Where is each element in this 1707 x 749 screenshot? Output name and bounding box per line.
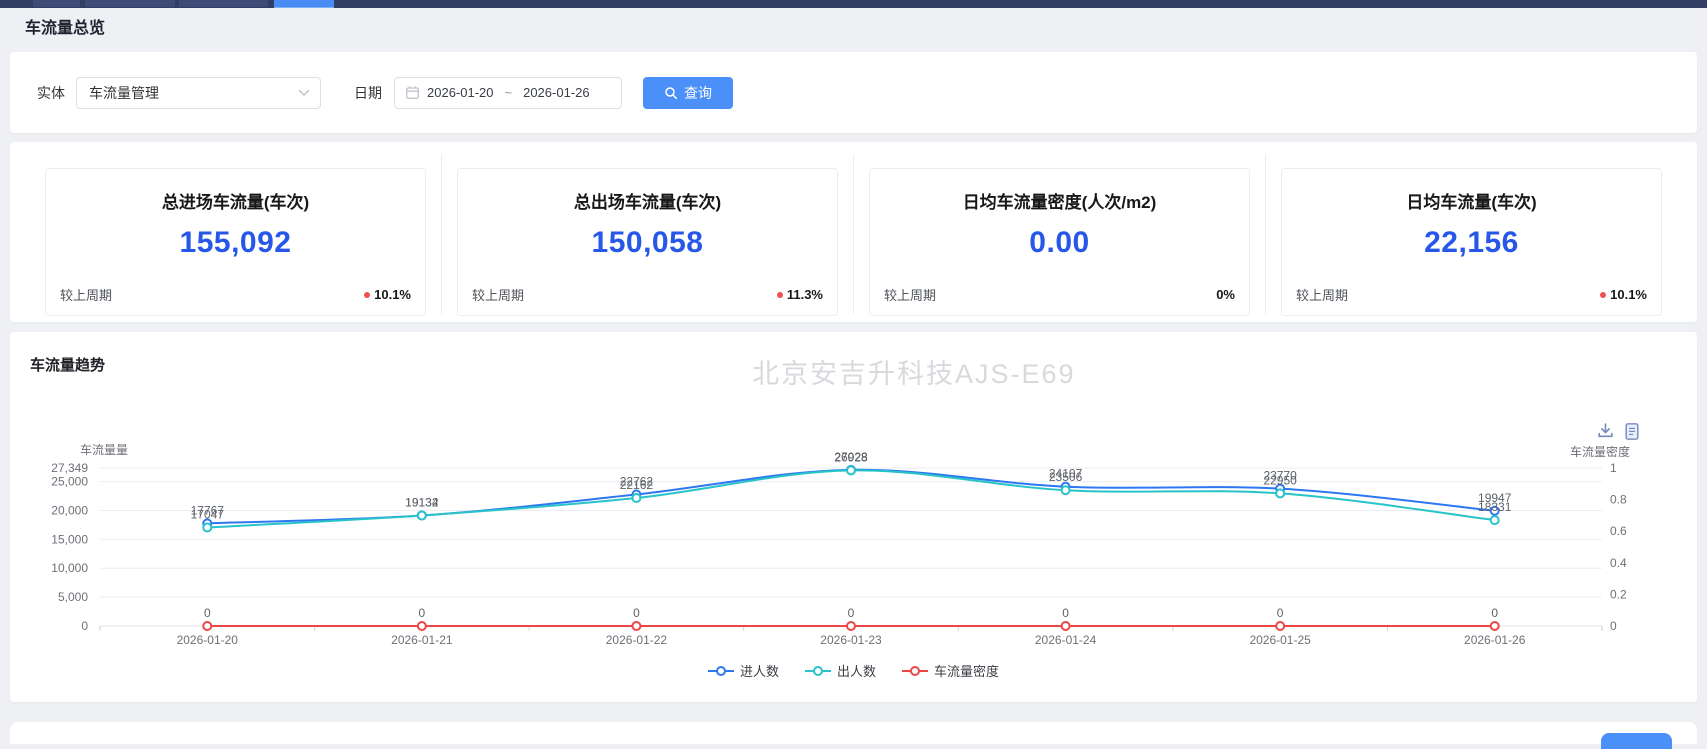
traffic-trend-section: 车流量趋势 北京安吉升科技AJS-E69 27,34925,00020,0001…	[10, 332, 1697, 702]
svg-text:2026-01-25: 2026-01-25	[1249, 633, 1311, 647]
filter-panel: 实体 车流量管理 日期 2026-01-20 ~ 2026-01-26 查询	[10, 52, 1697, 133]
tab-2[interactable]	[85, 0, 175, 7]
svg-text:0: 0	[633, 606, 640, 620]
stat-value: 0.00	[870, 226, 1249, 260]
stat-title: 日均车流量密度(人次/m2)	[870, 188, 1249, 213]
chevron-down-icon	[298, 89, 310, 97]
svg-text:0: 0	[1062, 606, 1069, 620]
legend-marker	[902, 665, 928, 677]
svg-text:5,000: 5,000	[58, 590, 88, 604]
date-separator: ~	[505, 85, 513, 100]
svg-text:17047: 17047	[191, 508, 225, 522]
stat-card-total-entry: 总进场车流量(车次) 155,092 较上周期 10.1%	[45, 168, 426, 316]
svg-text:0: 0	[419, 606, 426, 620]
svg-text:23506: 23506	[1049, 470, 1083, 484]
search-icon	[664, 86, 678, 100]
page-title: 车流量总览	[25, 14, 105, 38]
svg-text:0.2: 0.2	[1610, 587, 1627, 601]
partial-blue-button[interactable]	[1601, 733, 1672, 749]
svg-text:车流量密度: 车流量密度	[1570, 444, 1630, 459]
status-dot	[777, 292, 783, 298]
entity-label: 实体	[37, 83, 65, 103]
compare-label: 较上周期	[884, 285, 936, 304]
legend-marker	[708, 665, 734, 677]
legend-item-entry[interactable]: 进人数	[708, 661, 779, 680]
stat-title: 总进场车流量(车次)	[46, 188, 425, 213]
svg-text:0: 0	[1277, 606, 1284, 620]
svg-text:0.4: 0.4	[1610, 556, 1627, 570]
svg-text:2026-01-24: 2026-01-24	[1035, 633, 1097, 647]
svg-text:0: 0	[1610, 619, 1617, 633]
stat-value: 22,156	[1282, 226, 1661, 260]
svg-text:0.8: 0.8	[1610, 493, 1627, 507]
svg-text:10,000: 10,000	[51, 561, 88, 575]
tab-4-active[interactable]	[274, 0, 334, 8]
stat-title: 总出场车流量(车次)	[458, 188, 837, 213]
legend-item-exit[interactable]: 出人数	[805, 661, 876, 680]
next-section-partial	[10, 722, 1697, 744]
tab-1[interactable]	[33, 0, 80, 7]
svg-text:15,000: 15,000	[51, 532, 88, 546]
svg-text:20,000: 20,000	[51, 503, 88, 517]
svg-text:车流量量: 车流量量	[80, 442, 128, 457]
status-dot	[364, 292, 370, 298]
svg-text:18331: 18331	[1478, 500, 1512, 514]
status-dot	[1600, 292, 1606, 298]
entity-select-value: 车流量管理	[89, 83, 159, 103]
svg-text:2026-01-22: 2026-01-22	[606, 633, 668, 647]
svg-text:2026-01-23: 2026-01-23	[820, 633, 882, 647]
change-value: 11.3%	[777, 287, 823, 302]
svg-text:22950: 22950	[1263, 473, 1297, 487]
svg-text:0: 0	[848, 606, 855, 620]
stat-value: 155,092	[46, 226, 425, 260]
chart-legend: 进人数 出人数 车流量密度	[10, 661, 1697, 680]
stat-card-total-exit: 总出场车流量(车次) 150,058 较上周期 11.3%	[457, 168, 838, 316]
svg-text:26928: 26928	[834, 450, 868, 464]
stat-title: 日均车流量(车次)	[1282, 188, 1661, 213]
change-value: 0%	[1216, 287, 1235, 302]
download-icon[interactable]	[1596, 422, 1615, 446]
svg-text:22162: 22162	[620, 478, 654, 492]
svg-text:2026-01-21: 2026-01-21	[391, 633, 453, 647]
svg-text:0.6: 0.6	[1610, 524, 1627, 538]
change-value: 10.1%	[364, 287, 411, 302]
svg-text:1: 1	[1610, 461, 1617, 475]
stat-value: 150,058	[458, 226, 837, 260]
legend-marker	[805, 665, 831, 677]
date-range-input[interactable]: 2026-01-20 ~ 2026-01-26	[394, 77, 622, 109]
search-button-label: 查询	[684, 83, 712, 103]
top-navigation-bar	[0, 0, 1707, 8]
search-button[interactable]: 查询	[643, 77, 733, 109]
document-icon[interactable]	[1624, 422, 1640, 446]
compare-label: 较上周期	[472, 285, 524, 304]
svg-text:0: 0	[1491, 606, 1498, 620]
traffic-trend-chart[interactable]: 27,34925,000 20,000 15,000 10,000 5,000 0 1 0.8…	[10, 332, 1697, 702]
tab-3[interactable]	[179, 0, 268, 7]
compare-label: 较上周期	[60, 285, 112, 304]
entity-select[interactable]: 车流量管理	[76, 77, 321, 109]
date-end: 2026-01-26	[523, 85, 590, 100]
stat-card-daily-density: 日均车流量密度(人次/m2) 0.00 较上周期 0%	[869, 168, 1250, 316]
stat-card-daily-average: 日均车流量(车次) 22,156 较上周期 10.1%	[1281, 168, 1662, 316]
svg-text:0: 0	[204, 606, 211, 620]
legend-item-density[interactable]: 车流量密度	[902, 661, 999, 680]
svg-text:27,349: 27,349	[51, 461, 88, 475]
compare-label: 较上周期	[1296, 285, 1348, 304]
svg-text:2026-01-26: 2026-01-26	[1464, 633, 1526, 647]
section-title: 车流量趋势	[30, 354, 105, 375]
svg-text:25,000: 25,000	[51, 475, 88, 489]
svg-text:2026-01-20: 2026-01-20	[177, 633, 239, 647]
calendar-icon	[405, 85, 420, 100]
stats-overview: 总进场车流量(车次) 155,092 较上周期 10.1% 总出场车流量(车次)…	[10, 142, 1697, 322]
svg-text:19134: 19134	[405, 495, 439, 509]
change-value: 10.1%	[1600, 287, 1647, 302]
svg-text:0: 0	[81, 619, 88, 633]
date-label: 日期	[354, 83, 382, 103]
date-start: 2026-01-20	[427, 85, 494, 100]
